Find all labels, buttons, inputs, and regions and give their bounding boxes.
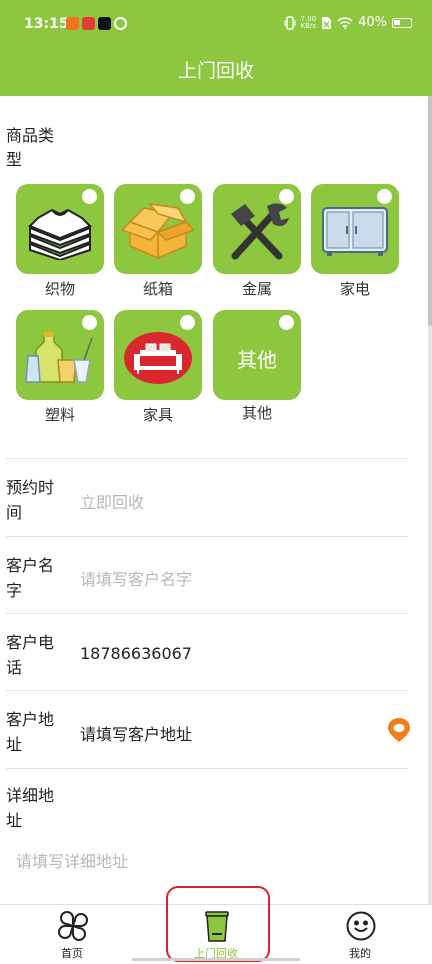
goods-label-plastic: 塑料	[44, 406, 75, 424]
detail-address-input[interactable]: 请填写详细地址	[16, 848, 128, 872]
goods-tile-other-text: 其他	[237, 348, 277, 372]
detail-address-row: 详细地址	[6, 768, 408, 904]
wifi-icon	[337, 16, 353, 29]
address-row[interactable]: 客户地址 请填写客户地址	[6, 690, 411, 768]
goods-tile-metal[interactable]	[213, 184, 301, 274]
refrigerator-icon	[322, 207, 388, 256]
name-label: 客户名字	[6, 556, 55, 600]
plastic-bottles-icon	[25, 332, 93, 383]
smiley-icon	[346, 911, 376, 941]
goods-label-furniture: 家具	[142, 406, 173, 424]
nav-mine-label: 我的	[349, 947, 371, 960]
appointment-label: 预约时间	[6, 478, 55, 522]
status-right: 7.00 KB/s 40%	[283, 14, 412, 30]
no-sim-icon	[322, 16, 332, 29]
phone-label: 客户电话	[6, 633, 55, 677]
name-row: 客户名字 请填写客户名字	[6, 536, 408, 613]
goods-tile-appliances[interactable]	[311, 184, 399, 274]
page-title: 上门回收	[177, 60, 254, 82]
clover-icon	[58, 911, 88, 941]
cardboard-box-icon	[122, 202, 194, 259]
location-pin-icon[interactable]	[387, 717, 411, 743]
goods-label-appliances: 家电	[339, 280, 370, 298]
sofa-icon	[124, 332, 192, 384]
goods-label-cardboard: 纸箱	[142, 280, 173, 298]
nav-home[interactable]: 首页	[22, 905, 122, 964]
app-notification-icon	[82, 17, 95, 30]
status-time: 13:15	[24, 16, 69, 32]
tiktok-icon	[98, 17, 111, 30]
name-input[interactable]: 请填写客户名字	[80, 566, 192, 590]
phone-row: 客户电话 18786636067	[6, 613, 408, 690]
detail-address-label: 详细地址	[6, 786, 55, 830]
notification-icons	[66, 17, 127, 30]
goods-label-other: 其他	[241, 404, 272, 422]
goods-type-label: 商品类型	[6, 126, 55, 169]
folded-clothes-icon	[28, 208, 92, 260]
battery-icon	[392, 17, 412, 28]
goods-label-metal: 金属	[241, 280, 272, 298]
goods-label-textile: 织物	[44, 280, 75, 298]
radio-dot[interactable]	[279, 315, 294, 330]
app-header: 13:15 7.00 KB/s 40% 上门回收	[0, 0, 432, 96]
address-label: 客户地址	[6, 710, 55, 754]
status-bar: 13:15 7.00 KB/s 40%	[0, 0, 432, 48]
goods-tile-plastic[interactable]	[16, 310, 104, 400]
goods-tile-other[interactable]: 其他	[213, 310, 301, 400]
app-notification-icon	[66, 17, 79, 30]
appointment-input[interactable]: 立即回收	[80, 489, 144, 513]
app-notification-icon	[114, 17, 127, 30]
vibrate-icon	[283, 15, 296, 30]
phone-input[interactable]: 18786636067	[80, 644, 192, 663]
nav-home-label: 首页	[61, 947, 83, 960]
address-input[interactable]: 请填写客户地址	[80, 721, 192, 745]
goods-tile-cardboard[interactable]	[114, 184, 202, 274]
highlight-box	[166, 886, 270, 962]
scrollbar[interactable]	[428, 96, 432, 904]
wrench-hammer-icon	[231, 203, 289, 260]
battery-percent: 40%	[358, 15, 387, 30]
nav-mine[interactable]: 我的	[310, 905, 410, 964]
net-speed: 7.00 KB/s	[300, 14, 317, 30]
goods-tile-textile[interactable]	[16, 184, 104, 274]
appointment-row[interactable]: 预约时间 立即回收	[6, 458, 408, 536]
goods-tile-furniture[interactable]	[114, 310, 202, 400]
home-indicator[interactable]	[132, 958, 300, 961]
